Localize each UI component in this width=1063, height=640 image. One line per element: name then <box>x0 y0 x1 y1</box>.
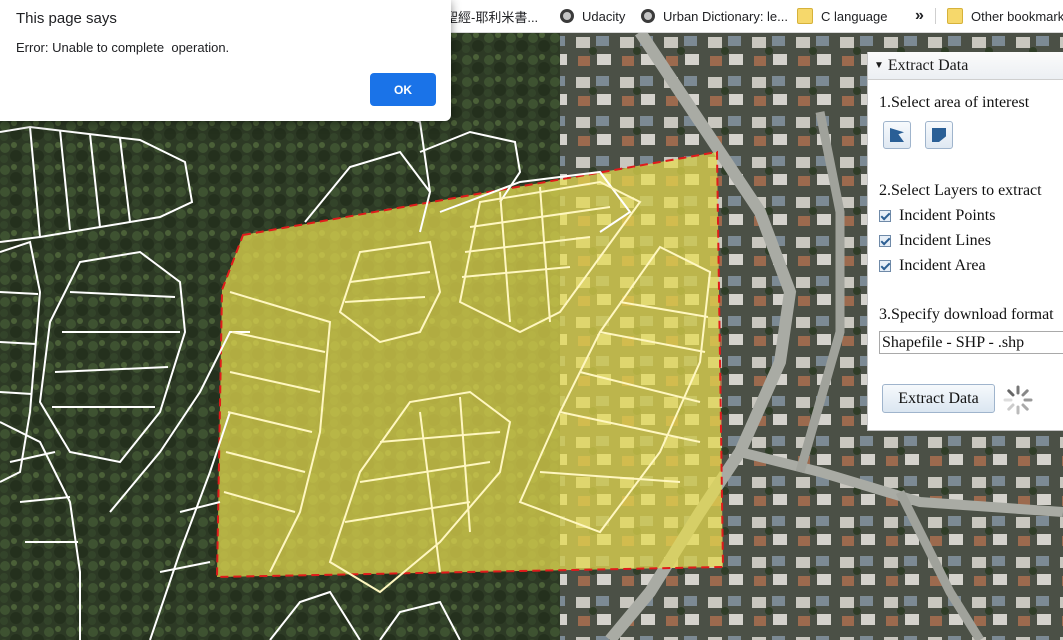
bookmark-c-language[interactable]: C language <box>797 0 888 32</box>
bookmark-bible[interactable]: 聖經-耶利米書... <box>445 0 538 32</box>
panel-title: Extract Data <box>887 56 969 74</box>
layer-checkbox-incident-points[interactable]: Incident Points <box>879 207 995 225</box>
alert-dialog: This page says Error: Unable to complete… <box>0 0 451 121</box>
more-bookmarks-button[interactable]: » <box>915 0 924 32</box>
layer-label: Incident Points <box>899 207 996 224</box>
layer-label: Incident Lines <box>899 232 991 249</box>
extract-data-button[interactable]: Extract Data <box>882 384 995 413</box>
ok-button[interactable]: OK <box>370 73 436 106</box>
step1-label: 1.Select area of interest <box>879 94 1030 111</box>
polygon-tool-icon <box>890 128 904 142</box>
alert-title: This page says <box>16 10 117 27</box>
checkbox-icon[interactable] <box>879 260 891 272</box>
chevron-icon: » <box>915 7 924 24</box>
layer-label: Incident Area <box>899 257 986 274</box>
checkbox-icon[interactable] <box>879 210 891 222</box>
extract-data-panel: ▼ Extract Data 1.Select area of interest… <box>867 52 1063 431</box>
panel-header[interactable]: ▼ Extract Data <box>868 52 1063 80</box>
step3-label: 3.Specify download format <box>879 306 1054 323</box>
bookmarks-separator <box>935 8 936 24</box>
alert-message: Error: Unable to complete operation. <box>16 40 230 55</box>
bookmark-udacity[interactable]: Udacity <box>560 0 625 32</box>
bookmark-label: Other bookmarks <box>971 8 1063 24</box>
bookmark-label: Urban Dictionary: le... <box>663 8 788 24</box>
folder-icon <box>947 8 963 24</box>
checkbox-icon[interactable] <box>879 235 891 247</box>
layer-checkbox-incident-area[interactable]: Incident Area <box>879 257 986 275</box>
draw-freehand-button[interactable] <box>925 121 953 149</box>
step2-label: 2.Select Layers to extract <box>879 182 1042 199</box>
freehand-tool-icon <box>932 128 946 142</box>
layer-checkbox-incident-lines[interactable]: Incident Lines <box>879 232 991 250</box>
collapse-triangle-icon[interactable]: ▼ <box>874 60 884 71</box>
bookmark-label: Udacity <box>582 8 626 24</box>
bookmark-other[interactable]: Other bookmarks <box>947 0 1063 32</box>
bookmark-label: C language <box>821 8 888 24</box>
bookmark-label: 聖經-耶利米書... <box>445 9 539 25</box>
loading-spinner-icon <box>1003 385 1033 415</box>
draw-polygon-button[interactable] <box>883 121 911 149</box>
urban-dictionary-icon <box>641 9 655 23</box>
bookmark-urban-dictionary[interactable]: Urban Dictionary: le... <box>641 0 788 32</box>
udacity-icon <box>560 9 574 23</box>
folder-icon <box>797 8 813 24</box>
format-select[interactable]: Shapefile - SHP - .shp <box>879 331 1063 354</box>
